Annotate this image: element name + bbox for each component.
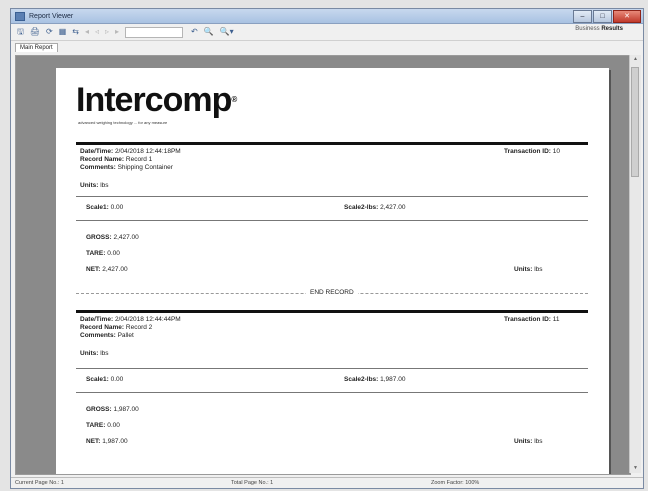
first-page-icon[interactable]: ◂	[85, 26, 89, 38]
record-divider	[76, 142, 588, 145]
datetime-row: Date/Time: 2/04/2018 12:44:44PM	[80, 316, 181, 323]
status-bar: Current Page No.: 1 Total Page No.: 1 Zo…	[11, 477, 643, 488]
previous-page-icon[interactable]: ◃	[95, 26, 99, 38]
find-icon[interactable]: 🔍	[204, 26, 214, 38]
scale2-value: Scale2-lbs: 1,987.00	[344, 376, 406, 383]
record-name-row: Record Name: Record 1	[80, 156, 153, 163]
record-name-row: Record Name: Record 2	[80, 324, 153, 331]
zoom-status: Zoom Factor: 100%	[431, 480, 480, 486]
record-divider	[76, 310, 588, 313]
app-icon	[15, 11, 25, 21]
intercomp-logo: Intercomp®	[76, 81, 237, 119]
logo-tagline: advanced weighing technology ... for any…	[78, 120, 168, 125]
page-number-input[interactable]	[125, 26, 184, 38]
section-line	[76, 368, 588, 369]
net-units: Units: lbs	[514, 266, 543, 273]
scroll-down-icon[interactable]: ▼	[630, 464, 641, 473]
maximize-button[interactable]: □	[593, 10, 612, 23]
units-row: Units: lbs	[80, 182, 109, 189]
zoom-icon[interactable]: 🔍▾	[220, 26, 234, 38]
net-value: NET: 1,987.00	[86, 438, 128, 445]
gross-value: GROSS: 1,987.00	[86, 406, 139, 413]
scale1-value: Scale1: 0.00	[86, 204, 124, 211]
tare-value: TARE: 0.00	[86, 422, 120, 429]
comments-row: Comments: Pallet	[80, 332, 134, 339]
toggle-panel-icon[interactable]: ⇆	[72, 26, 79, 38]
next-page-icon[interactable]: ▹	[105, 26, 109, 38]
net-value: NET: 2,427.00	[86, 266, 128, 273]
report-tabs: Main Report	[11, 41, 643, 52]
minimize-button[interactable]: –	[573, 10, 592, 23]
go-to-page-icon[interactable]: ↶	[191, 26, 198, 38]
window-title: Report Viewer	[29, 12, 74, 20]
transaction-id: Transaction ID: 10	[504, 148, 561, 155]
end-record-label: END RECORD	[306, 289, 358, 296]
tare-value: TARE: 0.00	[86, 250, 120, 257]
comments-row: Comments: Shipping Container	[80, 164, 173, 171]
print-icon[interactable]: 🖨	[30, 26, 40, 38]
current-page-status: Current Page No.: 1	[15, 480, 64, 486]
section-line	[76, 220, 588, 221]
datetime-row: Date/Time: 2/04/2018 12:44:18PM	[80, 148, 181, 155]
vertical-scrollbar[interactable]: ▲ ▼	[629, 55, 641, 473]
tab-main-report[interactable]: Main Report	[15, 43, 58, 52]
last-page-icon[interactable]: ▸	[115, 26, 119, 38]
close-button[interactable]: ✕	[613, 10, 641, 23]
title-bar: Report Viewer	[11, 9, 643, 24]
toolbar: 🖫 🖨 ⟳ ▦ ⇆ ◂ ◃ ▹ ▸ ↶ 🔍 🔍▾	[11, 24, 643, 41]
scroll-up-icon[interactable]: ▲	[630, 55, 641, 64]
group-tree-icon[interactable]: ▦	[59, 26, 67, 38]
transaction-id: Transaction ID: 11	[504, 316, 560, 323]
gross-value: GROSS: 2,427.00	[86, 234, 139, 241]
total-page-status: Total Page No.: 1	[231, 480, 274, 486]
scale1-value: Scale1: 0.00	[86, 376, 124, 383]
refresh-icon[interactable]: ⟳	[46, 26, 53, 38]
business-selector[interactable]: Business Results	[575, 26, 623, 32]
business-value: Results	[601, 26, 623, 32]
units-row: Units: lbs	[80, 350, 109, 357]
section-line	[76, 196, 588, 197]
window-controls: – □ ✕	[572, 10, 641, 23]
net-units: Units: lbs	[514, 438, 543, 445]
business-label: Business	[575, 26, 600, 32]
scale2-value: Scale2-lbs: 2,427.00	[344, 204, 406, 211]
report-canvas[interactable]: Intercomp® advanced weighing technology …	[15, 55, 631, 475]
report-viewer-window: Report Viewer – □ ✕ 🖫 🖨 ⟳ ▦ ⇆ ◂ ◃ ▹ ▸ ↶ …	[10, 8, 644, 489]
report-page: Intercomp® advanced weighing technology …	[56, 68, 609, 474]
section-line	[76, 392, 588, 393]
export-icon[interactable]: 🖫	[17, 26, 24, 38]
scroll-thumb[interactable]	[631, 67, 639, 177]
